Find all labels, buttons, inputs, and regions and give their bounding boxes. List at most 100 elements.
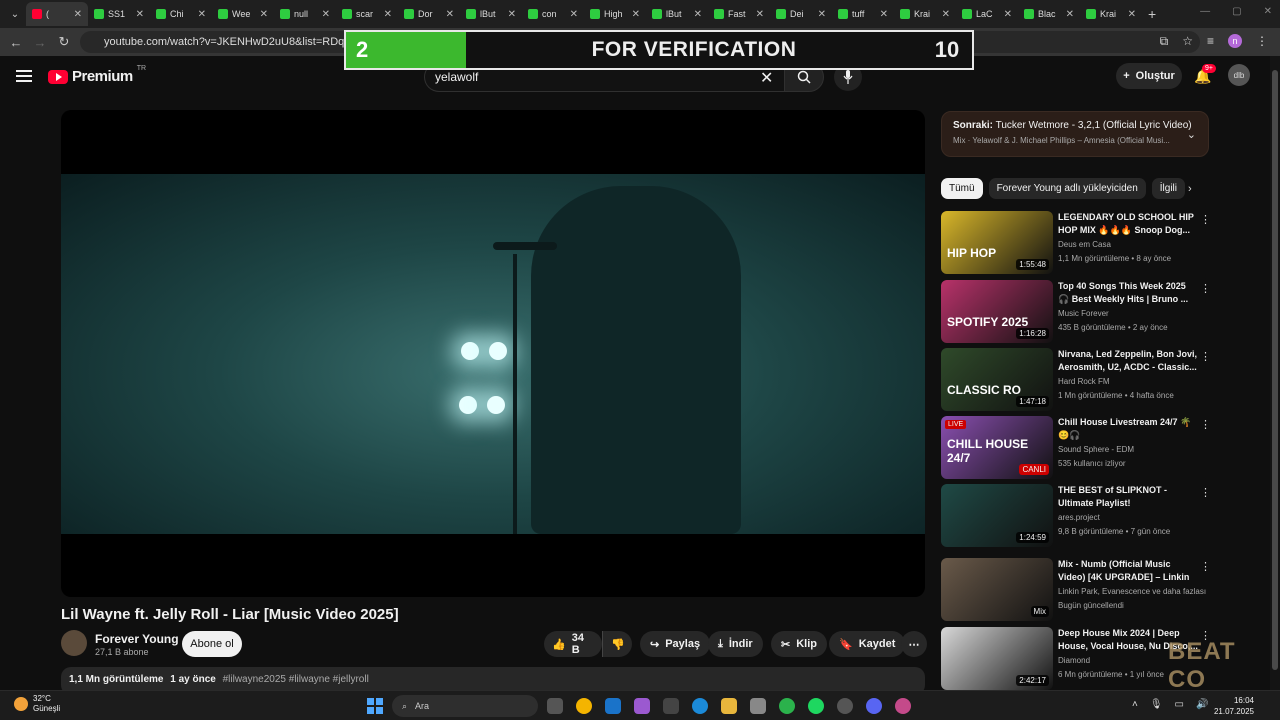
browser-tab[interactable]: Blac ✕: [1018, 2, 1080, 26]
recommendation-item[interactable]: CLASSIC RO 1:47:18 Nirvana, Led Zeppelin…: [941, 348, 1221, 412]
chrome-icon[interactable]: [576, 698, 592, 714]
page-scrollbar[interactable]: [1270, 56, 1280, 690]
windows-start-icon[interactable]: [367, 698, 383, 714]
close-window-icon[interactable]: ✕: [1264, 6, 1272, 17]
video-thumbnail[interactable]: CHILL HOUSE 24/7 LIVE CANLI: [941, 416, 1053, 479]
mic-tray-icon[interactable]: 🎙: [1150, 699, 1163, 710]
maximize-icon[interactable]: ▢: [1232, 6, 1241, 17]
recommendation-title[interactable]: Chill House Livestream 24/7 🌴😊🎧: [1058, 416, 1198, 442]
xbox-icon[interactable]: [779, 698, 795, 714]
create-button[interactable]: + Oluştur: [1116, 63, 1182, 89]
file-explorer-icon[interactable]: [721, 698, 737, 714]
close-tab-icon[interactable]: ✕: [74, 9, 82, 20]
scrollbar-thumb[interactable]: [1272, 70, 1278, 670]
recommendation-channel[interactable]: Music Forever: [1058, 309, 1208, 318]
browser-tab[interactable]: Dei ✕: [770, 2, 832, 26]
discord-icon[interactable]: [866, 698, 882, 714]
taskbar-search[interactable]: ⌕ Ara: [392, 695, 538, 717]
more-vertical-icon[interactable]: ⋮: [1200, 486, 1211, 499]
more-actions-button[interactable]: ⋯: [901, 631, 927, 657]
chevron-up-icon[interactable]: ˄: [1132, 699, 1138, 710]
video-player[interactable]: [61, 110, 925, 597]
chevron-down-icon[interactable]: ⌄: [1187, 128, 1196, 141]
hashtags[interactable]: #lilwayne2025 #lilwayne #jellyroll: [223, 674, 369, 685]
more-vertical-icon[interactable]: ⋮: [1200, 213, 1211, 226]
close-tab-icon[interactable]: ✕: [694, 9, 702, 20]
more-vertical-icon[interactable]: ⋮: [1200, 350, 1211, 363]
browser-tab[interactable]: lBut ✕: [646, 2, 708, 26]
close-tab-icon[interactable]: ✕: [322, 9, 330, 20]
video-thumbnail[interactable]: CLASSIC RO 1:47:18: [941, 348, 1053, 411]
recommendation-channel[interactable]: Linkin Park, Evanescence ve daha fazlası: [1058, 587, 1208, 596]
youtube-logo[interactable]: Premium TR: [48, 65, 146, 85]
recommendation-title[interactable]: LEGENDARY OLD SCHOOL HIP HOP MIX 🔥🔥🔥 Sno…: [1058, 211, 1198, 237]
recommendation-title[interactable]: Top 40 Songs This Week 2025 🎧 Best Weekl…: [1058, 280, 1198, 306]
chrome-profile-icon[interactable]: [895, 698, 911, 714]
edge-icon[interactable]: [692, 698, 708, 714]
like-button[interactable]: 👍 34 B: [544, 631, 602, 657]
app-icon[interactable]: [750, 698, 766, 714]
video-thumbnail[interactable]: Mix: [941, 558, 1053, 621]
close-tab-icon[interactable]: ✕: [1004, 9, 1012, 20]
save-button[interactable]: 🔖 Kaydet: [829, 631, 906, 657]
download-button[interactable]: ⤓ İndir: [708, 631, 763, 657]
recommendation-channel[interactable]: Hard Rock FM: [1058, 377, 1208, 386]
user-avatar[interactable]: dlb: [1228, 64, 1250, 86]
close-tab-icon[interactable]: ✕: [818, 9, 826, 20]
close-tab-icon[interactable]: ✕: [508, 9, 516, 20]
more-vertical-icon[interactable]: ⋮: [1200, 418, 1211, 431]
close-tab-icon[interactable]: ✕: [942, 9, 950, 20]
more-vertical-icon[interactable]: ⋮: [1200, 560, 1211, 573]
browser-tab[interactable]: Wee ✕: [212, 2, 274, 26]
recommendation-channel[interactable]: ares.project: [1058, 513, 1208, 522]
video-thumbnail[interactable]: HIP HOP 1:55:48: [941, 211, 1053, 274]
recommendation-item[interactable]: 1:24:59 THE BEST of SLIPKNOT - Ultimate …: [941, 484, 1221, 548]
browser-tab[interactable]: SS1 ✕: [88, 2, 150, 26]
browser-tab[interactable]: LaC ✕: [956, 2, 1018, 26]
bookmark-star-icon[interactable]: ☆: [1182, 34, 1193, 49]
recommendation-title[interactable]: Nirvana, Led Zeppelin, Bon Jovi, Aerosmi…: [1058, 348, 1198, 374]
browser-menu-icon[interactable]: ⋮: [1256, 34, 1268, 49]
close-tab-icon[interactable]: ✕: [136, 9, 144, 20]
recommendation-item[interactable]: SPOTIFY 2025 1:16:28 Top 40 Songs This W…: [941, 280, 1221, 344]
close-tab-icon[interactable]: ✕: [260, 9, 268, 20]
reload-icon[interactable]: ↻: [52, 34, 76, 50]
channel-name[interactable]: Forever Young: [95, 632, 179, 646]
close-tab-icon[interactable]: ✕: [570, 9, 578, 20]
subscribe-button[interactable]: Abone ol: [182, 631, 242, 657]
copilot-icon[interactable]: [634, 698, 650, 714]
outlook-icon[interactable]: [605, 698, 621, 714]
browser-tab[interactable]: tuff ✕: [832, 2, 894, 26]
browser-tab[interactable]: con ✕: [522, 2, 584, 26]
menu-icon[interactable]: [16, 70, 32, 82]
browser-tab[interactable]: Chi ✕: [150, 2, 212, 26]
browser-tab[interactable]: Krai ✕: [894, 2, 956, 26]
recommendation-item[interactable]: CHILL HOUSE 24/7 LIVE CANLI Chill House …: [941, 416, 1221, 480]
browser-tab[interactable]: High ✕: [584, 2, 646, 26]
clear-search-icon[interactable]: ✕: [760, 68, 773, 88]
video-thumbnail[interactable]: SPOTIFY 2025 1:16:28: [941, 280, 1053, 343]
video-thumbnail[interactable]: 1:24:59: [941, 484, 1053, 547]
task-view-icon[interactable]: [547, 698, 563, 714]
system-clock[interactable]: 16:04 21.07.2025: [1210, 695, 1254, 717]
minimize-icon[interactable]: —: [1200, 6, 1210, 17]
chevron-right-icon[interactable]: ›: [1188, 183, 1192, 195]
browser-tab[interactable]: scar ✕: [336, 2, 398, 26]
close-tab-icon[interactable]: ✕: [880, 9, 888, 20]
browser-tab[interactable]: null ✕: [274, 2, 336, 26]
close-tab-icon[interactable]: ✕: [632, 9, 640, 20]
close-tab-icon[interactable]: ✕: [384, 9, 392, 20]
browser-tab[interactable]: Fast ✕: [708, 2, 770, 26]
recommendation-item[interactable]: Mix Mix - Numb (Official Music Video) [4…: [941, 558, 1221, 622]
weather-widget[interactable]: 32°C Güneşli: [14, 694, 60, 714]
close-tab-icon[interactable]: ✕: [1066, 9, 1074, 20]
recommendation-title[interactable]: THE BEST of SLIPKNOT - Ultimate Playlist…: [1058, 484, 1198, 510]
recommendation-channel[interactable]: Deus em Casa: [1058, 240, 1208, 249]
browser-tab[interactable]: Dor ✕: [398, 2, 460, 26]
install-app-icon[interactable]: ⧉: [1160, 34, 1169, 49]
network-icon[interactable]: ▭: [1175, 699, 1184, 710]
profile-avatar[interactable]: n: [1228, 34, 1242, 48]
browser-tab[interactable]: (✕: [26, 2, 88, 26]
close-tab-icon[interactable]: ✕: [198, 9, 206, 20]
chip-all[interactable]: Tümü: [941, 178, 983, 199]
